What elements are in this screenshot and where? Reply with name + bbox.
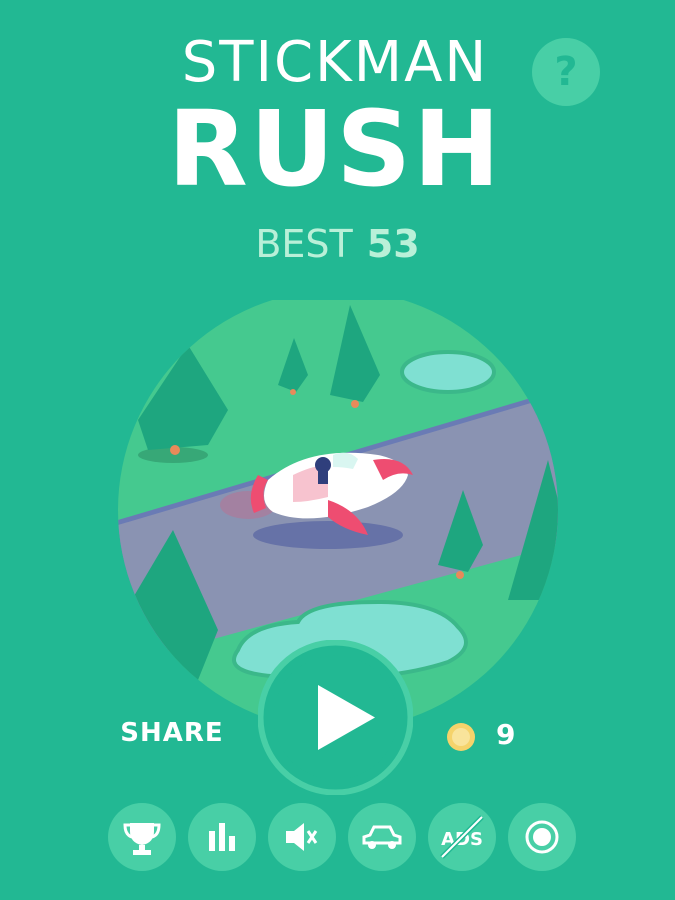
coin-icon <box>447 723 475 751</box>
game-title-line1: STICKMAN <box>181 30 489 95</box>
game-title-line2: RUSH <box>167 88 503 210</box>
best-score: BEST 53 <box>200 222 475 266</box>
best-label: BEST <box>255 222 353 266</box>
leaderboard-icon <box>209 823 235 851</box>
sound-muted-icon <box>286 823 318 851</box>
question-icon: ? <box>554 49 578 95</box>
leaderboard-button[interactable] <box>188 803 256 871</box>
sound-toggle-button[interactable] <box>268 803 336 871</box>
coin-count: 9 <box>496 718 516 751</box>
record-button[interactable] <box>508 803 576 871</box>
best-value: 53 <box>366 222 420 266</box>
bottom-toolbar: ADS <box>108 803 578 871</box>
help-button[interactable]: ? <box>532 38 600 106</box>
play-button[interactable] <box>258 640 413 795</box>
no-ads-icon: ADS <box>440 815 484 859</box>
pond <box>400 350 496 394</box>
trophy-icon <box>123 823 161 855</box>
share-button[interactable]: SHARE <box>112 718 232 748</box>
play-icon <box>258 640 413 795</box>
achievements-button[interactable] <box>108 803 176 871</box>
car-icon <box>362 825 402 849</box>
vehicles-button[interactable] <box>348 803 416 871</box>
remove-ads-button[interactable]: ADS <box>428 803 496 871</box>
record-icon <box>525 820 559 854</box>
